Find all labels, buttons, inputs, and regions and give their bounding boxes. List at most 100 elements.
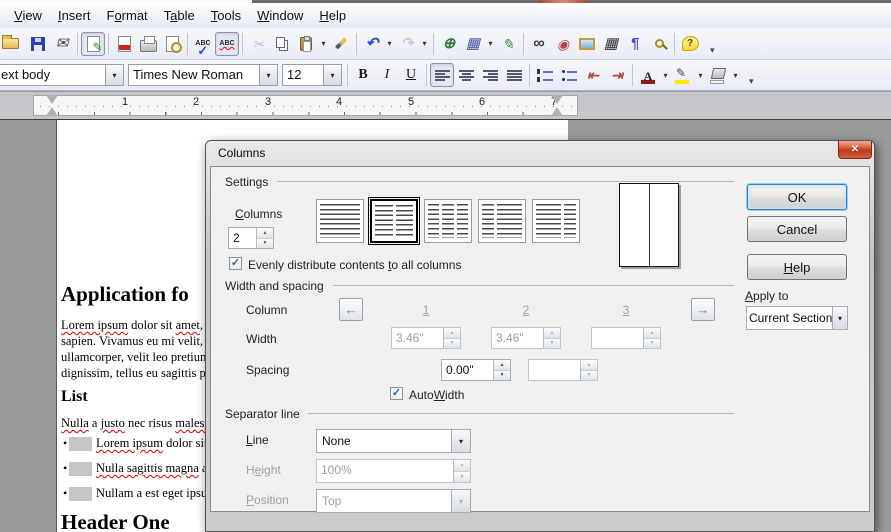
menu-window[interactable]: Window bbox=[249, 5, 311, 26]
dialog-close-button[interactable]: ✕ bbox=[838, 141, 872, 159]
preset-right-narrow[interactable] bbox=[532, 199, 580, 243]
spin-down-icon[interactable]: ▼ bbox=[494, 370, 510, 381]
find-replace-button[interactable]: ∞ bbox=[527, 32, 551, 56]
paste-dropdown[interactable]: ▾ bbox=[318, 32, 329, 56]
bullet-list-icon bbox=[561, 69, 577, 82]
menu-format[interactable]: Format bbox=[98, 5, 155, 26]
export-pdf-button[interactable] bbox=[112, 32, 136, 56]
chevron-down-icon[interactable]: ▾ bbox=[259, 65, 277, 85]
chevron-down-icon[interactable]: ▾ bbox=[451, 430, 470, 452]
toolbar-overflow-arrow[interactable]: ▾ bbox=[710, 45, 715, 59]
underline-button[interactable]: U bbox=[399, 63, 423, 87]
autowidth-label[interactable]: AutoWidth bbox=[409, 388, 464, 402]
line-height-field: 100%▲▼ bbox=[316, 459, 471, 483]
previous-column-button[interactable]: ← bbox=[339, 298, 363, 321]
horizontal-ruler[interactable]: 1 2 3 4 5 6 7 bbox=[0, 92, 891, 119]
formatting-marks-button[interactable]: ¶ bbox=[623, 32, 647, 56]
increase-indent-icon: ⇥ bbox=[611, 67, 623, 84]
ok-button[interactable]: OK bbox=[747, 184, 847, 210]
table-dropdown[interactable]: ▾ bbox=[485, 32, 496, 56]
align-left-button[interactable] bbox=[430, 63, 454, 87]
clone-formatting-button[interactable] bbox=[329, 32, 353, 56]
apply-to-combo[interactable]: Current Section▾ bbox=[746, 306, 848, 330]
numbered-list-button[interactable] bbox=[533, 63, 557, 87]
font-color-dropdown[interactable]: ▾ bbox=[660, 63, 671, 87]
preset-left-narrow[interactable] bbox=[478, 199, 526, 243]
cancel-button[interactable]: Cancel bbox=[747, 216, 847, 242]
highlighting-button[interactable]: ✎ bbox=[671, 63, 695, 87]
draw-functions-button[interactable]: ✎ bbox=[496, 32, 520, 56]
gallery-button[interactable] bbox=[575, 32, 599, 56]
increase-indent-button[interactable]: ⇥ bbox=[605, 63, 629, 87]
print-button[interactable] bbox=[136, 32, 160, 56]
left-indent-marker[interactable] bbox=[46, 95, 58, 116]
help-button[interactable]: ? bbox=[678, 32, 702, 56]
toolbar-separator bbox=[242, 33, 243, 55]
menu-tools[interactable]: Tools bbox=[203, 5, 249, 26]
columns-preview bbox=[619, 183, 679, 267]
edit-file-button[interactable]: ✎ bbox=[81, 32, 105, 56]
preset-one-column[interactable] bbox=[316, 199, 364, 243]
highlighting-dropdown[interactable]: ▾ bbox=[695, 63, 706, 87]
preset-three-columns[interactable] bbox=[424, 199, 472, 243]
spin-up-icon[interactable]: ▲ bbox=[494, 360, 510, 370]
chevron-down-icon[interactable]: ▾ bbox=[323, 65, 341, 85]
menu-insert[interactable]: Insert bbox=[50, 5, 99, 26]
evenly-distribute-checkbox[interactable]: ✓ bbox=[229, 257, 242, 270]
decrease-indent-button[interactable]: ⇤ bbox=[581, 63, 605, 87]
data-sources-button[interactable]: ▦ bbox=[599, 32, 623, 56]
italic-button[interactable]: I bbox=[375, 63, 399, 87]
menu-help[interactable]: Help bbox=[311, 5, 354, 26]
chevron-down-icon[interactable]: ▾ bbox=[832, 307, 847, 329]
evenly-distribute-label[interactable]: Evenly distribute contents to all column… bbox=[248, 258, 461, 272]
align-center-button[interactable] bbox=[454, 63, 478, 87]
toolbar-overflow-arrow[interactable]: ▾ bbox=[749, 76, 754, 90]
undo-button[interactable]: ↶ bbox=[360, 32, 384, 56]
spelling-button[interactable]: ABC✓ bbox=[191, 32, 215, 56]
menu-table[interactable]: Table bbox=[156, 5, 203, 26]
background-color-dropdown[interactable]: ▾ bbox=[730, 63, 741, 87]
line-style-combo[interactable]: None▾ bbox=[316, 429, 471, 453]
columns-count-spinner[interactable]: 2▲▼ bbox=[228, 227, 274, 249]
autowidth-checkbox[interactable]: ✓ bbox=[390, 387, 403, 400]
insert-table-button[interactable]: ▦ bbox=[461, 32, 485, 56]
bullet-icon: • bbox=[63, 486, 67, 501]
bullet-list-button[interactable] bbox=[557, 63, 581, 87]
align-right-button[interactable] bbox=[478, 63, 502, 87]
email-button[interactable]: ✉ bbox=[50, 32, 74, 56]
redo-dropdown[interactable]: ▾ bbox=[419, 32, 430, 56]
font-name-combo[interactable]: Times New Roman▾ bbox=[128, 64, 278, 86]
zoom-button[interactable] bbox=[647, 32, 671, 56]
page-preview-button[interactable] bbox=[160, 32, 184, 56]
undo-dropdown[interactable]: ▾ bbox=[384, 32, 395, 56]
chevron-down-icon[interactable]: ▾ bbox=[105, 65, 123, 85]
doc-list-item: Nullam a est eget ipsum bbox=[96, 486, 217, 501]
spin-down-icon[interactable]: ▼ bbox=[257, 238, 273, 249]
align-justify-button[interactable] bbox=[502, 63, 526, 87]
font-size-combo[interactable]: 12▾ bbox=[282, 64, 342, 86]
picture-frame-icon bbox=[579, 38, 595, 50]
open-button[interactable] bbox=[2, 32, 26, 56]
spin-up-icon[interactable]: ▲ bbox=[257, 228, 273, 238]
help-dialog-button[interactable]: Help bbox=[747, 254, 847, 280]
menu-view[interactable]: View bbox=[6, 5, 50, 26]
preset-two-columns[interactable] bbox=[370, 199, 418, 243]
auto-spellcheck-button[interactable]: ABC bbox=[215, 32, 239, 56]
paste-clipboard-icon bbox=[300, 37, 312, 51]
paste-button[interactable] bbox=[294, 32, 318, 56]
navigator-button[interactable]: ◉ bbox=[551, 32, 575, 56]
copy-button[interactable] bbox=[270, 32, 294, 56]
paragraph-style-combo[interactable]: ext body▾ bbox=[0, 64, 124, 86]
pilcrow-icon: ¶ bbox=[631, 36, 639, 51]
hyperlink-button[interactable]: ⊕ bbox=[437, 32, 461, 56]
save-button[interactable] bbox=[26, 32, 50, 56]
separator-line-group-label: Separator line bbox=[225, 407, 300, 421]
bold-button[interactable]: B bbox=[351, 63, 375, 87]
scissors-icon: ✂ bbox=[252, 37, 264, 51]
spacing-1-field[interactable]: 0.00"▲▼ bbox=[441, 359, 511, 381]
dialog-body: Settings Columns 2▲▼ ✓ Evenly distribute… bbox=[210, 166, 870, 512]
next-column-button[interactable]: → bbox=[691, 298, 715, 321]
right-indent-marker[interactable] bbox=[551, 95, 563, 116]
background-color-button[interactable] bbox=[706, 63, 730, 87]
font-color-button[interactable]: A bbox=[636, 63, 660, 87]
